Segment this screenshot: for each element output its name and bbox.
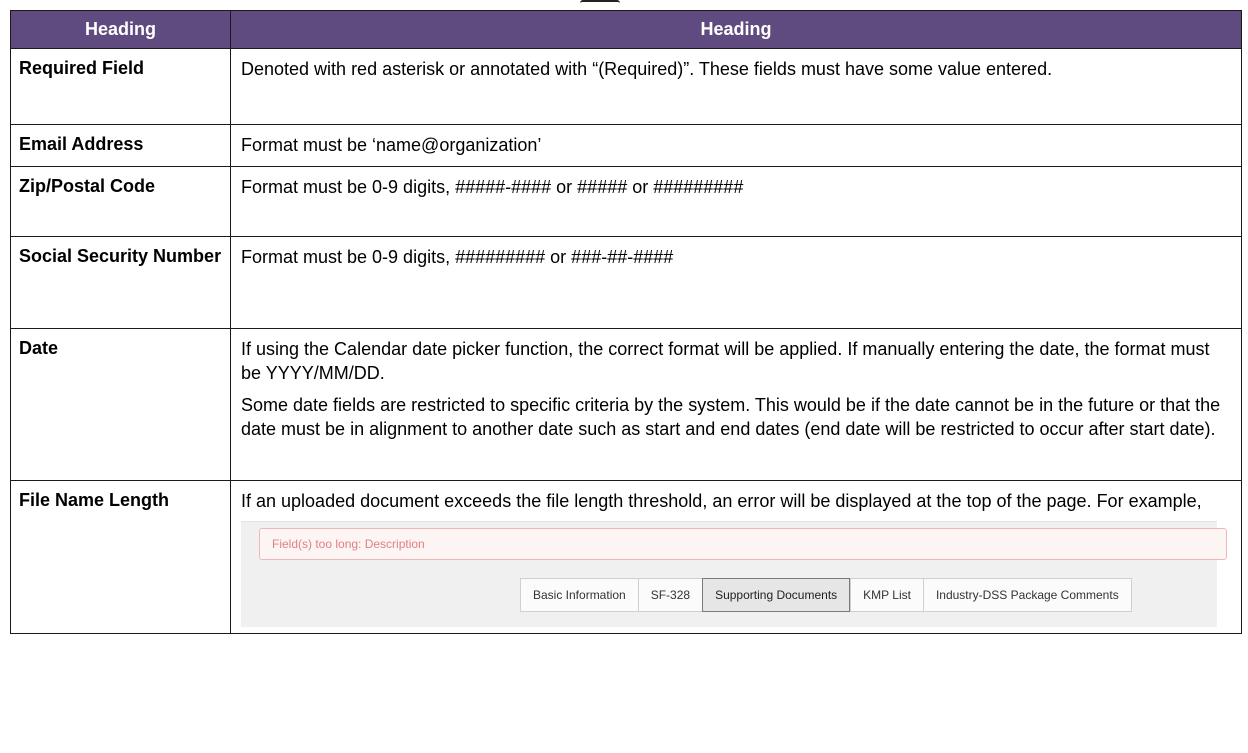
table-row: File Name Length If an uploaded document… bbox=[10, 480, 1242, 634]
table-row: Required Field Denoted with red asterisk… bbox=[10, 48, 1242, 125]
rule-text: Denoted with red asterisk or annotated w… bbox=[241, 59, 1053, 79]
rule-file-length: If an uploaded document exceeds the file… bbox=[230, 480, 1242, 634]
rule-zip: Format must be 0-9 digits, #####-#### or… bbox=[230, 166, 1242, 237]
rule-email: Format must be ‘name@organization’ bbox=[230, 124, 1242, 167]
field-name-ssn: Social Security Number bbox=[10, 236, 231, 329]
field-name-email: Email Address bbox=[10, 124, 231, 167]
rule-text: Format must be 0-9 digits, ######### or … bbox=[241, 247, 674, 267]
error-message-banner: Field(s) too long: Description bbox=[259, 528, 1227, 560]
rule-required: Denoted with red asterisk or annotated w… bbox=[230, 48, 1242, 125]
field-name-date: Date bbox=[10, 328, 231, 481]
rule-ssn: Format must be 0-9 digits, ######### or … bbox=[230, 236, 1242, 329]
table-row: Zip/Postal Code Format must be 0-9 digit… bbox=[10, 166, 1242, 237]
tab-basic-information[interactable]: Basic Information bbox=[520, 578, 638, 612]
field-name-file-length: File Name Length bbox=[10, 480, 231, 634]
tab-kmp-list[interactable]: KMP List bbox=[850, 578, 923, 612]
rule-text: If an uploaded document exceeds the file… bbox=[241, 491, 1202, 511]
example-screenshot: Field(s) too long: Description Basic Inf… bbox=[241, 521, 1227, 627]
table-row: Date If using the Calendar date picker f… bbox=[10, 328, 1242, 481]
rule-text: Some date fields are restricted to speci… bbox=[241, 395, 1221, 439]
table-row: Social Security Number Format must be 0-… bbox=[10, 236, 1242, 329]
table-row: Email Address Format must be ‘name@organ… bbox=[10, 124, 1242, 167]
field-name-zip: Zip/Postal Code bbox=[10, 166, 231, 237]
tab-bar: Basic Information SF-328 Supporting Docu… bbox=[520, 578, 1132, 612]
column-header-field: Heading bbox=[10, 10, 231, 49]
rule-date: If using the Calendar date picker functi… bbox=[230, 328, 1242, 481]
rule-text: Format must be 0-9 digits, #####-#### or… bbox=[241, 177, 744, 197]
rule-text: Format must be ‘name@organization’ bbox=[241, 135, 542, 155]
column-header-rule: Heading bbox=[230, 10, 1242, 49]
field-name-required: Required Field bbox=[10, 48, 231, 125]
top-edge-decoration bbox=[580, 0, 620, 3]
validation-rules-table: Heading Heading Required Field Denoted w… bbox=[10, 10, 1242, 634]
tab-sf-328[interactable]: SF-328 bbox=[637, 578, 703, 612]
tab-industry-dss-package-comments[interactable]: Industry-DSS Package Comments bbox=[922, 578, 1132, 612]
table-header-row: Heading Heading bbox=[10, 10, 1242, 49]
rule-text: If using the Calendar date picker functi… bbox=[241, 339, 1210, 383]
tab-supporting-documents[interactable]: Supporting Documents bbox=[702, 578, 851, 612]
